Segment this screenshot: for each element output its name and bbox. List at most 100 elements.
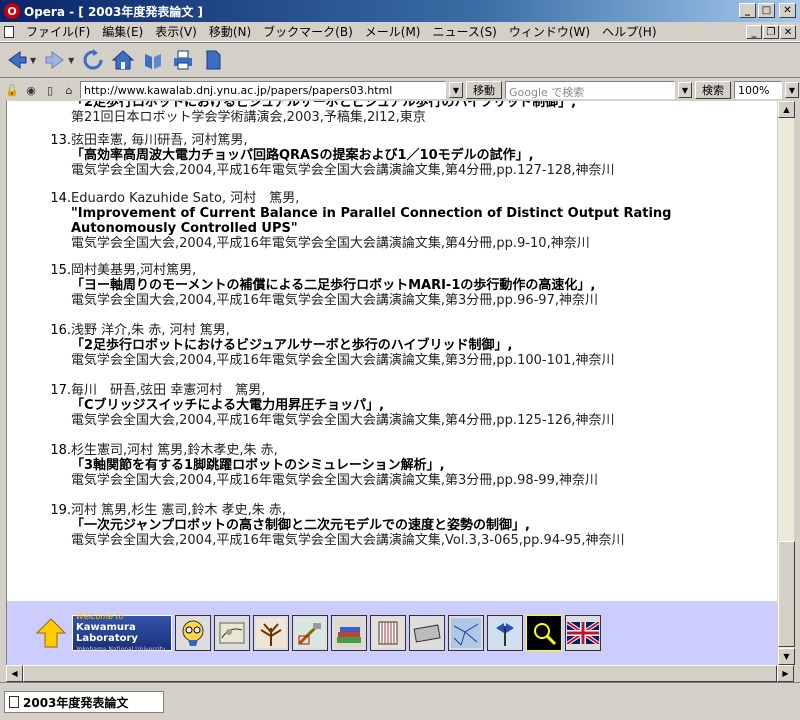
scroll-left-icon[interactable]: ◀ (6, 665, 23, 682)
url-text: http://www.kawalab.dnj.ynu.ac.jp/papers/… (84, 84, 393, 97)
network-icon[interactable] (448, 615, 484, 651)
doc-restore-button[interactable]: ❐ (763, 25, 779, 39)
menu-edit[interactable]: 編集(E) (96, 23, 149, 40)
menu-window[interactable]: ウィンドウ(W) (503, 23, 596, 40)
paper-entry: 16. 浅野 洋介,朱 赤, 河村 篤男, 「2足歩行ロボットにおけるビジュアル… (43, 323, 777, 383)
paper-entry: 18. 杉生憲司,河村 篤男,鈴木孝史,朱 赤, 「3軸関節を有する1脚跳躍ロボ… (43, 443, 777, 503)
zoom-field[interactable]: 100% (734, 81, 782, 99)
menu-mail[interactable]: メール(M) (359, 23, 427, 40)
menu-bar: ファイル(F) 編集(E) 表示(V) 移動(N) ブックマーク(B) メール(… (0, 22, 800, 42)
paper-list: 「2足歩行ロボットにおけるビジュアルサーボとビジュアル歩行のハイブリッド制御」,… (7, 101, 777, 563)
tools-icon[interactable] (292, 615, 328, 651)
paper-title: "Improvement of Current Balance in Paral… (71, 206, 672, 236)
lock-icon[interactable]: 🔓 (4, 82, 20, 98)
doc-close-button[interactable]: ✕ (780, 25, 796, 39)
signpost-icon[interactable] (487, 615, 523, 651)
horizontal-scrollbar[interactable]: ◀ ▶ (6, 665, 794, 682)
paper-venue: 電気学会全国大会,2004,平成16年電気学会全国大会講演論文集,第4分冊,pp… (71, 163, 615, 178)
paper-authors: 河村 篤男,杉生 憲司,鈴木 孝史,朱 赤, (71, 503, 287, 518)
search-person-icon[interactable] (526, 615, 562, 651)
scroll-down-icon[interactable]: ▼ (778, 648, 795, 665)
tab-current-page[interactable]: 2003年度発表論文 (4, 691, 164, 713)
footer-navigation: Welcome to Kawamura Laboratory Yokohama … (6, 601, 777, 665)
back-icon[interactable] (6, 49, 28, 71)
forward-icon[interactable] (44, 49, 66, 71)
menu-help[interactable]: ヘルプ(H) (596, 23, 662, 40)
menu-file[interactable]: ファイル(F) (20, 23, 96, 40)
horizontal-scroll-thumb[interactable] (23, 665, 777, 682)
up-arrow-icon[interactable] (33, 615, 69, 651)
home-icon[interactable] (112, 49, 135, 71)
logo-welcome-text: Welcome to (76, 612, 124, 621)
paper-authors: 岡村美基男,河村篤男, (71, 263, 197, 278)
map-icon[interactable] (214, 615, 250, 651)
maximize-button[interactable]: □ (758, 3, 775, 18)
tab-label: 2003年度発表論文 (23, 695, 129, 710)
search-button[interactable]: 検索 (695, 81, 731, 99)
page-icon[interactable] (202, 49, 224, 71)
paper-number: 15. (50, 263, 71, 278)
vertical-scroll-thumb[interactable] (778, 541, 795, 647)
scroll-up-icon[interactable]: ▲ (778, 101, 795, 118)
paper-entry: 17. 毎川 研吾,弦田 幸憲河村 篤男, 「Cブリッジスイッチによる大電力用昇… (43, 383, 777, 443)
paper-title: 「2足歩行ロボットにおけるビジュアルサーボとビジュアル歩行のハイブリッド制御」, (71, 101, 577, 110)
close-button[interactable]: ✕ (779, 3, 796, 18)
tab-bar: 2003年度発表論文 (0, 682, 800, 720)
back-history-dropdown-icon[interactable]: ▼ (30, 56, 36, 65)
paper-entry-12: 「2足歩行ロボットにおけるビジュアルサーボとビジュアル歩行のハイブリッド制御」,… (43, 101, 777, 133)
navigation-toolbar: ▼ ▼ (0, 42, 800, 78)
books-icon[interactable] (331, 615, 367, 651)
window-title: Opera - [ 2003年度発表論文 ] (24, 4, 204, 19)
paper-title: 「高効率高周波大電力チョッパ回路QRASの提案および1／10モデルの試作」, (71, 148, 534, 163)
page-info-icon[interactable]: ▯ (42, 82, 58, 98)
document-icon (4, 25, 14, 38)
menu-bookmarks[interactable]: ブックマーク(B) (257, 23, 359, 40)
search-engine-dropdown-icon[interactable]: ▼ (678, 82, 692, 98)
menu-news[interactable]: ニュース(S) (426, 23, 502, 40)
paper-entry: 14. Eduardo Kazuhide Sato, 河村 篤男, "Impro… (43, 191, 777, 263)
vertical-scrollbar[interactable]: ▲ ▼ (777, 101, 795, 665)
forward-history-dropdown-icon[interactable]: ▼ (68, 56, 74, 65)
minimize-button[interactable]: _ (739, 3, 756, 18)
paper-title: 「3軸関節を有する1脚跳躍ロボットのシミュレーション解析」, (71, 458, 445, 473)
search-input[interactable]: Google で検索 (505, 81, 675, 99)
paper-number: 14. (50, 191, 71, 206)
paper-authors: Eduardo Kazuhide Sato, 河村 篤男, (71, 191, 300, 206)
paper-venue: 電気学会全国大会,2004,平成16年電気学会全国大会講演論文集,第4分冊,pp… (71, 413, 615, 428)
logo-lab-name: Kawamura Laboratory (76, 622, 138, 644)
paper-number: 13. (50, 133, 71, 148)
address-bar: 🔓 ◉ ▯ ⌂ http://www.kawalab.dnj.ynu.ac.jp… (0, 79, 800, 101)
hotlist-icon[interactable] (142, 49, 164, 71)
zoom-dropdown-icon[interactable]: ▼ (785, 82, 799, 98)
menu-navigate[interactable]: 移動(N) (203, 23, 257, 40)
character-icon[interactable] (175, 615, 211, 651)
calendar-icon[interactable] (370, 615, 406, 651)
paper-entry: 13. 弦田幸憲, 毎川研吾, 河村篤男, 「高効率高周波大電力チョッパ回路QR… (43, 133, 777, 191)
paper-number: 17. (50, 383, 71, 398)
go-button[interactable]: 移動 (466, 81, 502, 99)
print-icon[interactable] (172, 49, 194, 71)
paper-venue: 電気学会全国大会,2004,平成16年電気学会全国大会講演論文集,Vol.3,3… (71, 533, 625, 548)
paper-title: 「2足歩行ロボットにおけるビジュアルサーボと歩行のハイブリッド制御」, (71, 338, 513, 353)
paper-venue: 電気学会全国大会,2004,平成16年電気学会全国大会講演論文集,第3分冊,pp… (71, 353, 615, 368)
paper-title: 「一次元ジャンプロボットの高さ制御と二次元モデルでの速度と姿勢の制御」, (71, 518, 530, 533)
doc-minimize-button[interactable]: _ (746, 25, 762, 39)
uk-flag-icon[interactable] (565, 615, 601, 651)
paper-number: 16. (50, 323, 71, 338)
tab-document-icon (9, 696, 19, 708)
camera-icon[interactable]: ◉ (23, 82, 39, 98)
reload-icon[interactable] (82, 49, 104, 71)
logo-university: Yokohama National University (76, 646, 166, 653)
search-placeholder: Google で検索 (509, 86, 585, 99)
lab-logo[interactable]: Welcome to Kawamura Laboratory Yokohama … (72, 612, 172, 653)
scroll-right-icon[interactable]: ▶ (777, 665, 794, 682)
paper-title: 「Cブリッジスイッチによる大電力用昇圧チョッパ」, (71, 398, 385, 413)
keyboard-icon[interactable] (409, 615, 445, 651)
url-input[interactable]: http://www.kawalab.dnj.ynu.ac.jp/papers/… (80, 81, 446, 99)
tree-icon[interactable] (253, 615, 289, 651)
menu-view[interactable]: 表示(V) (149, 23, 203, 40)
paper-venue: 電気学会全国大会,2004,平成16年電気学会全国大会講演論文集,第3分冊,pp… (71, 293, 598, 308)
url-dropdown-icon[interactable]: ▼ (449, 82, 463, 98)
home-small-icon[interactable]: ⌂ (61, 82, 77, 98)
paper-entry: 19. 河村 篤男,杉生 憲司,鈴木 孝史,朱 赤, 「一次元ジャンプロボットの… (43, 503, 777, 563)
